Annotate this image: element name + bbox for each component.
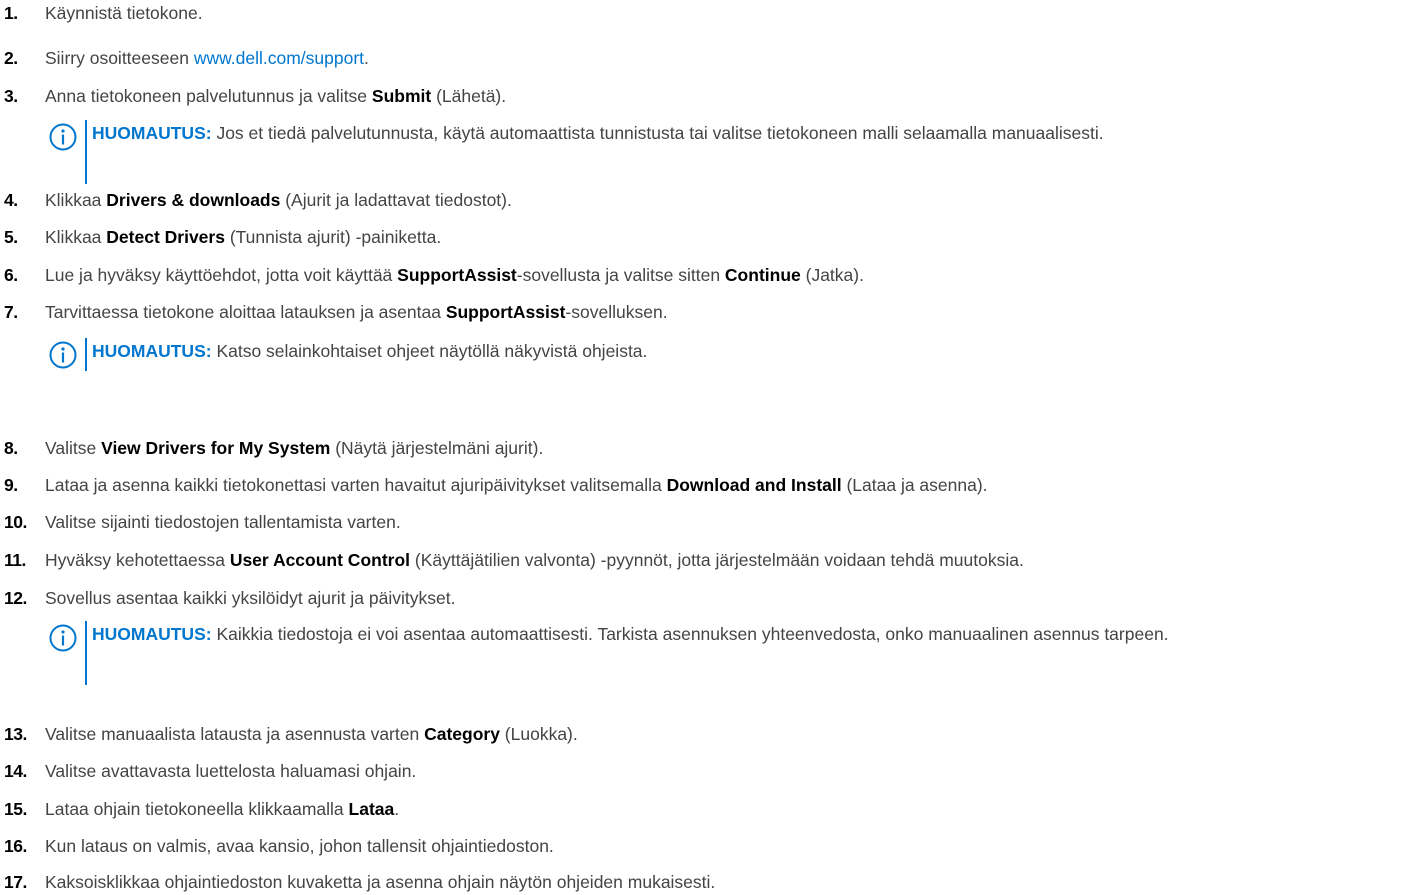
- step-text: Hyväksy kehotettaessa User Account Contr…: [45, 547, 1024, 573]
- step-text-run: .: [394, 799, 400, 819]
- ui-term: Download and Install: [666, 475, 842, 495]
- info-icon: [49, 341, 77, 369]
- step-text: Valitse sijainti tiedostojen tallentamis…: [45, 509, 401, 535]
- info-icon: [49, 624, 77, 652]
- step-text-run: (Lähetä).: [431, 86, 507, 106]
- ui-term: SupportAssist: [397, 265, 517, 285]
- step-text: Lataa ja asenna kaikki tietokonettasi va…: [45, 472, 988, 498]
- step-text-run: Hyväksy kehotettaessa: [45, 550, 230, 570]
- ui-term: Submit: [371, 86, 432, 106]
- note-callout: HUOMAUTUS: Kaikkia tiedostoja ei voi ase…: [48, 619, 1398, 685]
- ui-term: SupportAssist: [445, 302, 566, 322]
- info-icon: [49, 123, 77, 151]
- ui-term: User Account Control: [229, 550, 411, 570]
- step-number: 13.: [4, 724, 27, 744]
- step-number: 17.: [4, 872, 27, 892]
- step-number: 3.: [4, 86, 18, 106]
- note-body: Katso selainkohtaiset ohjeet näytöllä nä…: [211, 341, 648, 361]
- step-number: 15.: [4, 799, 27, 819]
- step-text-run: Sovellus asentaa kaikki yksilöidyt ajuri…: [45, 588, 456, 608]
- step-text: Kun lataus on valmis, avaa kansio, johon…: [45, 833, 554, 859]
- step-text-run: Klikkaa: [45, 190, 107, 210]
- note-callout: HUOMAUTUS: Jos et tiedä palvelutunnusta,…: [48, 118, 1398, 184]
- step-text-run: Käynnistä tietokone.: [45, 3, 203, 23]
- step-text: Siirry osoitteeseen www.dell.com/support…: [45, 45, 369, 71]
- step-text-run: (Näytä järjestelmäni ajurit).: [330, 438, 544, 458]
- step-text: Klikkaa Detect Drivers (Tunnista ajurit)…: [45, 224, 441, 250]
- step-text-run: (Luokka).: [499, 724, 578, 744]
- step-text-run: Valitse sijainti tiedostojen tallentamis…: [45, 512, 401, 532]
- step-number: 5.: [4, 227, 18, 247]
- step-text: Käynnistä tietokone.: [45, 0, 203, 26]
- note-body: Jos et tiedä palvelutunnusta, käytä auto…: [211, 123, 1104, 143]
- step-text-run: .: [364, 48, 369, 68]
- step-text-run: -sovellusta ja valitse sitten: [516, 265, 725, 285]
- ui-term: Lataa: [348, 799, 395, 819]
- note-divider: [85, 338, 87, 371]
- note-divider: [85, 621, 87, 685]
- step-text-run: (Käyttäjätilien valvonta) -pyynnöt, jott…: [410, 550, 1024, 570]
- step-text: Valitse manuaalista latausta ja asennust…: [45, 721, 578, 747]
- step-text-run: Lataa ohjain tietokoneella klikkaamalla: [45, 799, 349, 819]
- step-text: Sovellus asentaa kaikki yksilöidyt ajuri…: [45, 585, 455, 611]
- step-number: 16.: [4, 836, 27, 856]
- note-body: Kaikkia tiedostoja ei voi asentaa automa…: [211, 624, 1169, 644]
- step-text-run: Klikkaa: [45, 227, 107, 247]
- note-callout: HUOMAUTUS: Katso selainkohtaiset ohjeet …: [48, 336, 1398, 371]
- step-text-run: Kun lataus on valmis, avaa kansio, johon…: [45, 836, 554, 856]
- step-number: 6.: [4, 265, 18, 285]
- step-text-run: Lue ja hyväksy käyttöehdot, jotta voit k…: [45, 265, 398, 285]
- step-text-run: Siirry osoitteeseen: [45, 48, 194, 68]
- step-text: Kaksoisklikkaa ohjaintiedoston kuvaketta…: [45, 869, 715, 895]
- note-text: HUOMAUTUS: Jos et tiedä palvelutunnusta,…: [92, 118, 1398, 149]
- step-text: Valitse avattavasta luettelosta haluamas…: [45, 758, 416, 784]
- step-text-run: -sovelluksen.: [565, 302, 668, 322]
- step-text-run: (Tunnista ajurit) -painiketta.: [224, 227, 442, 247]
- step-number: 1.: [4, 3, 18, 23]
- step-text-run: Tarvittaessa tietokone aloittaa lataukse…: [45, 302, 446, 322]
- step-number: 14.: [4, 761, 27, 781]
- step-text-run: Valitse avattavasta luettelosta haluamas…: [45, 761, 417, 781]
- step-number: 11.: [4, 550, 26, 570]
- step-number: 8.: [4, 438, 18, 458]
- step-text-run: Valitse: [45, 438, 102, 458]
- note-divider: [85, 120, 87, 184]
- note-label: HUOMAUTUS:: [92, 123, 212, 143]
- step-text: Tarvittaessa tietokone aloittaa lataukse…: [45, 299, 668, 325]
- step-text-run: (Jatka).: [800, 265, 864, 285]
- step-text-run: Anna tietokoneen palvelutunnus ja valits…: [45, 86, 372, 106]
- ui-term: Category: [424, 724, 500, 744]
- step-number: 9.: [4, 475, 18, 495]
- ui-term: Continue: [724, 265, 801, 285]
- step-text-run: Lataa ja asenna kaikki tietokonettasi va…: [45, 475, 667, 495]
- step-number: 7.: [4, 302, 18, 322]
- note-label: HUOMAUTUS:: [92, 624, 212, 644]
- step-text: Klikkaa Drivers & downloads (Ajurit ja l…: [45, 187, 512, 213]
- ui-term: Drivers & downloads: [106, 190, 281, 210]
- note-label: HUOMAUTUS:: [92, 341, 212, 361]
- step-text-run: Kaksoisklikkaa ohjaintiedoston kuvaketta…: [45, 872, 716, 892]
- step-number: 2.: [4, 48, 18, 68]
- note-text: HUOMAUTUS: Katso selainkohtaiset ohjeet …: [92, 336, 1398, 367]
- step-text-run: Valitse manuaalista latausta ja asennust…: [45, 724, 425, 744]
- document-page: 1. Käynnistä tietokone. 2. Siirry osoittees…: [0, 0, 1405, 892]
- step-text: Lataa ohjain tietokoneella klikkaamalla …: [45, 796, 399, 822]
- step-number: 10.: [4, 512, 27, 532]
- ui-term: View Drivers for My System: [101, 438, 331, 458]
- step-text-run: (Ajurit ja ladattavat tiedostot).: [280, 190, 512, 210]
- step-text: Valitse View Drivers for My System (Näyt…: [45, 435, 543, 461]
- step-text-run: (Lataa ja asenna).: [841, 475, 988, 495]
- step-number: 12.: [4, 588, 27, 608]
- step-number: 4.: [4, 190, 18, 210]
- note-text: HUOMAUTUS: Kaikkia tiedostoja ei voi ase…: [92, 619, 1398, 650]
- step-text: Anna tietokoneen palvelutunnus ja valits…: [45, 83, 506, 109]
- support-link[interactable]: www.dell.com/support: [194, 48, 364, 68]
- step-text: Lue ja hyväksy käyttöehdot, jotta voit k…: [45, 262, 864, 288]
- ui-term: Detect Drivers: [106, 227, 225, 247]
